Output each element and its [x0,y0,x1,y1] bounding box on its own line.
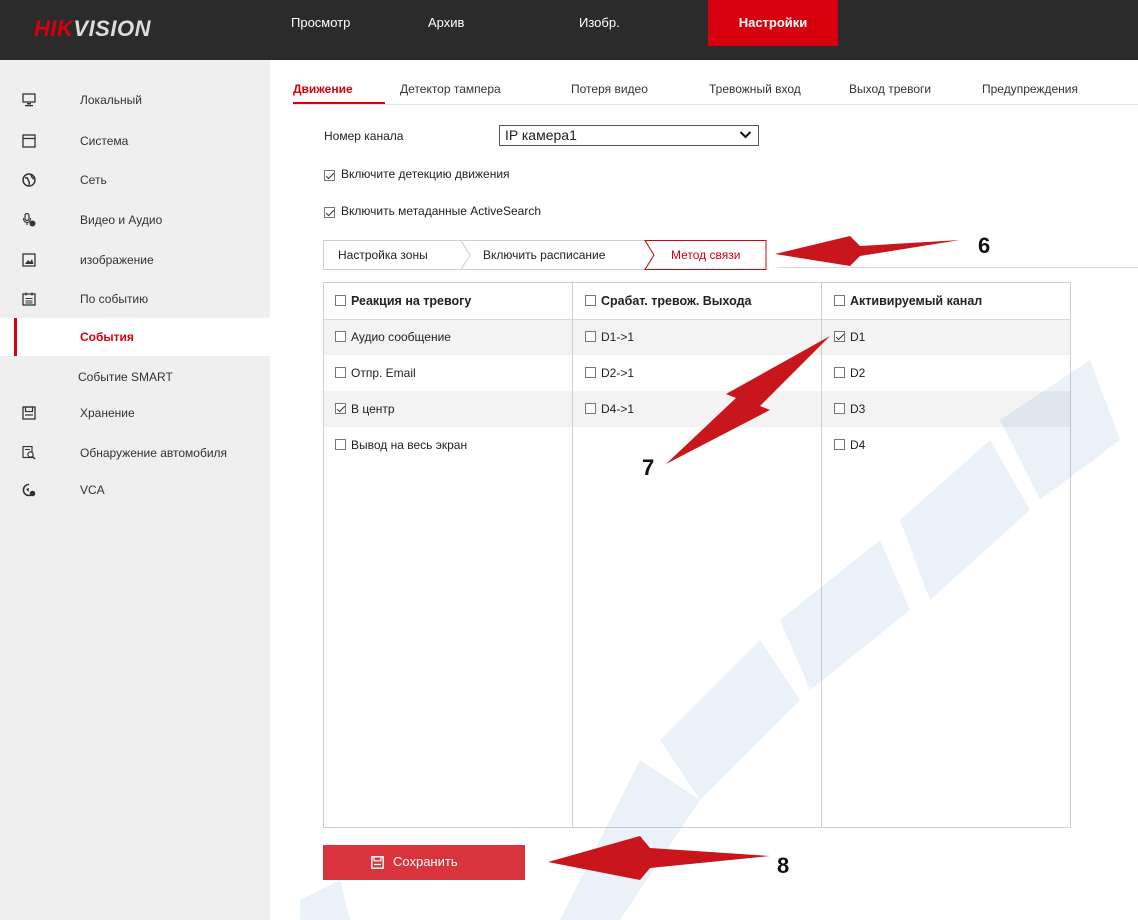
arrow-8-icon [548,836,770,880]
arrow-7-icon [666,336,830,464]
annotation-arrows [548,236,960,880]
annotation-number-7: 7 [642,455,655,480]
annotation-number-6: 6 [978,233,991,258]
arrow-6-icon [775,236,960,266]
annotation-number-8: 8 [777,853,790,878]
